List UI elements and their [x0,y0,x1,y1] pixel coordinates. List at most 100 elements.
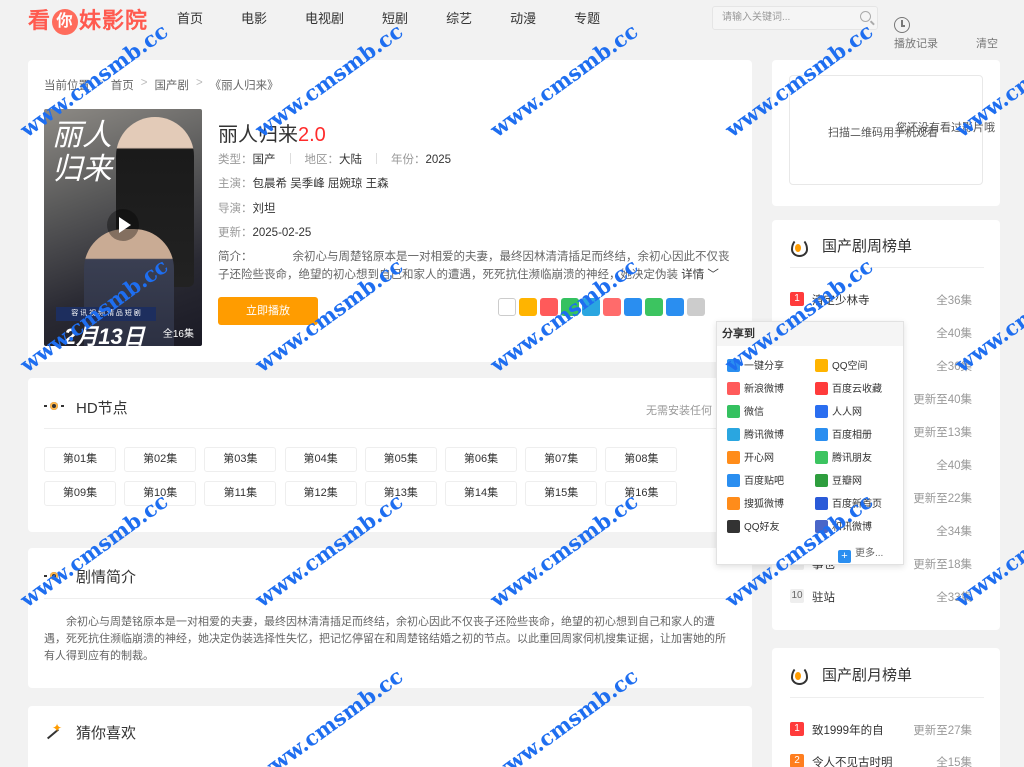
search-placeholder: 请输入关键词... [722,12,791,23]
share-option[interactable]: 搜狐微博 [727,495,784,510]
share-option[interactable]: 百度云收藏 [815,380,882,395]
qq-icon[interactable] [603,298,621,316]
episode-button[interactable]: 第01集 [44,447,116,472]
play-icon[interactable] [107,209,139,241]
share-option[interactable]: 一键分享 [727,357,784,372]
share-option[interactable]: 百度贴吧 [727,472,784,487]
share-option[interactable]: 百度相册 [815,426,872,441]
actor-link[interactable]: 吴季峰 [290,178,325,190]
rank-episodes: 更新至22集 [913,493,972,505]
rank-item[interactable]: 1 致1999年的自 更新至27集 [790,720,972,740]
share-option-label: QQ好友 [744,522,780,533]
area-value[interactable]: 大陆 [339,154,362,166]
share-option-icon [727,382,740,395]
actor-link[interactable]: 包晨希 [253,178,288,190]
actor-link[interactable]: 屈婉琼 [328,178,363,190]
share-option[interactable]: 开心网 [727,449,774,464]
share-option[interactable]: 人人网 [815,403,862,418]
nav-item-anime[interactable]: 动漫 [510,8,536,27]
guess-title: 猜你喜欢 [76,725,137,742]
wechat-icon[interactable] [561,298,579,316]
nav-item-topic[interactable]: 专题 [574,8,600,27]
breadcrumb-home[interactable]: 首页 [111,77,134,93]
episode-button[interactable]: 第07集 [525,447,598,472]
share-option-icon [727,520,740,533]
breadcrumb-category[interactable]: 国产剧 [154,77,189,93]
nav-item-home[interactable]: 首页 [177,8,203,27]
share-option-icon [727,451,740,464]
clear-button[interactable]: 清空 [976,35,998,51]
share-option[interactable]: 腾讯朋友 [815,449,872,464]
episode-button[interactable]: 第04集 [284,447,357,472]
share-option[interactable]: QQ好友 [727,518,780,533]
tqq-icon[interactable] [582,298,600,316]
episode-button[interactable]: 第06集 [445,447,517,472]
share-option[interactable]: 新浪微博 [727,380,784,395]
clock-icon[interactable] [894,17,910,33]
update-label: 更新： [218,227,253,239]
weibo-icon[interactable] [540,298,558,316]
nav-item-tv[interactable]: 电视剧 [305,8,344,27]
episode-button[interactable]: 第10集 [124,481,197,506]
more-share-icon[interactable] [687,298,705,316]
share-option[interactable]: 豆瓣网 [815,472,862,487]
search-input[interactable]: 请输入关键词... [712,6,878,30]
share-option-label: 百度贴吧 [744,476,784,487]
share-option[interactable]: 和讯微博 [815,518,872,533]
play-now-button[interactable]: 立即播放 [218,297,318,325]
rank-episodes: 全40集 [936,460,972,472]
main-nav: 首页 电影 电视剧 短剧 综艺 动漫 专题 [177,8,638,27]
actor-link[interactable]: 王森 [366,178,389,190]
site-logo[interactable]: 看你妹影院 [28,3,148,35]
episode-button[interactable]: 第09集 [44,481,116,506]
share-option[interactable]: 百度新首页 [815,495,882,510]
eye-icon [44,401,64,411]
rank-title[interactable]: 清定少林寺 [812,292,870,308]
episode-button[interactable]: 第12集 [284,481,357,506]
episode-button[interactable]: 第15集 [525,481,598,506]
year-value[interactable]: 2025 [426,154,452,166]
share-option[interactable]: 微信 [727,403,764,418]
flame-icon [790,664,808,685]
poster-date: 2月13日 [64,324,145,346]
share-option[interactable]: 腾讯微博 [727,426,784,441]
director-label: 导演： [218,203,253,215]
rank-title[interactable]: 驻站 [812,589,835,605]
search-icon[interactable] [860,11,871,22]
poster-image[interactable]: 丽人归来 容 讯 视 频 精 品 短 剧 2月13日 全16集 [44,109,202,346]
episode-button[interactable]: 第16集 [605,481,678,506]
type-value[interactable]: 国产 [253,154,276,166]
episode-button[interactable]: 第08集 [605,447,678,472]
episode-button[interactable]: 第13集 [364,481,437,506]
episode-button[interactable]: 第14集 [445,481,517,506]
history-label[interactable]: 播放记录 [894,35,938,51]
share-more-link[interactable]: + 更多... [838,544,883,563]
rank-item[interactable]: 1 清定少林寺 全36集 [790,290,972,310]
episode-button[interactable]: 第11集 [204,481,277,506]
rank-item[interactable]: 2 令人不见古时明 全15集 [790,752,972,767]
share-option-icon [727,405,740,418]
rank-episodes: 全40集 [936,328,972,340]
divider [44,598,734,599]
rank-item[interactable]: 10 驻站 全33集 [790,587,972,607]
rank-episodes: 全33集 [936,592,972,604]
clover-icon[interactable] [645,298,663,316]
rank-title[interactable]: 致1999年的自 [812,722,884,738]
episode-button[interactable]: 第05集 [364,447,437,472]
nav-item-variety[interactable]: 综艺 [446,8,472,27]
breadcrumb: 当前位置 > 首页 > 国产剧 > 《丽人归来》 [44,77,279,93]
qzone-icon[interactable] [519,298,537,316]
divider [790,697,984,698]
director-link[interactable]: 刘坦 [253,203,276,215]
more-link[interactable]: 详情 ﹀ [681,269,719,281]
nav-item-movie[interactable]: 电影 [241,8,267,27]
rank-episodes: 全34集 [936,526,972,538]
share-export-icon[interactable] [498,298,516,316]
episode-button[interactable]: 第02集 [124,447,197,472]
share-option[interactable]: QQ空间 [815,357,868,372]
episode-button[interactable]: 第03集 [204,447,277,472]
nav-item-short[interactable]: 短剧 [382,8,408,27]
edit-icon[interactable] [666,298,684,316]
rank-title[interactable]: 令人不见古时明 [812,754,893,767]
baidu-icon[interactable] [624,298,642,316]
